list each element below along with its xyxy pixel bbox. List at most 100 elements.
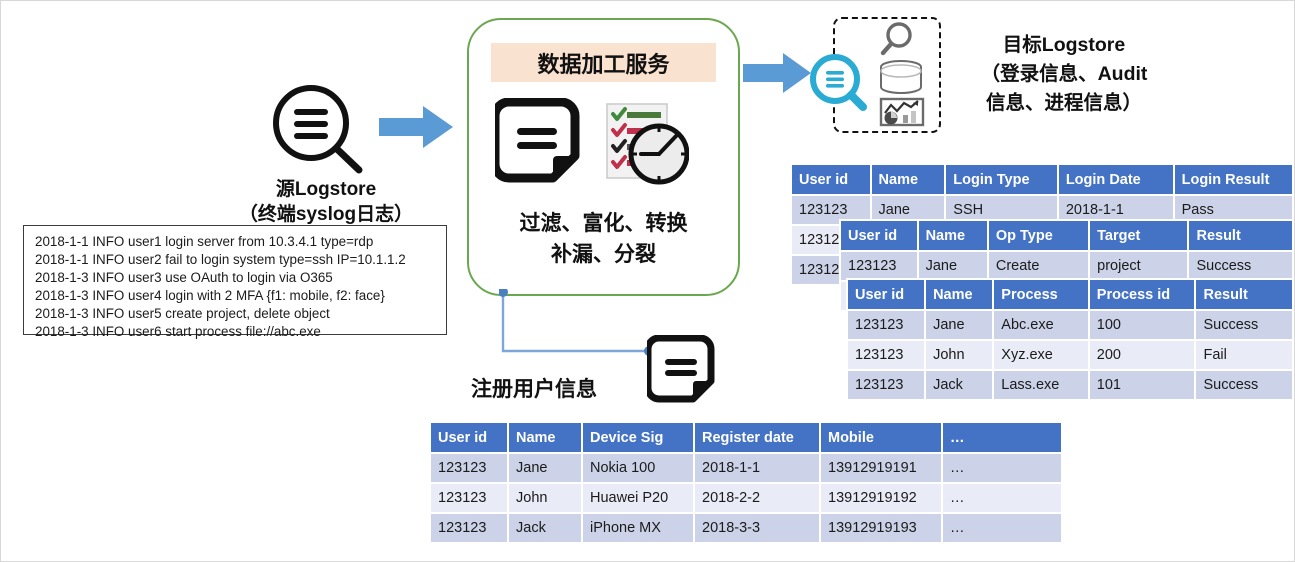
cell: 13912919193 xyxy=(821,514,941,542)
document-icon xyxy=(490,97,587,190)
table-header-row: User id Name Process Process id Result xyxy=(848,280,1292,309)
column-header: Login Result xyxy=(1174,165,1292,194)
column-header: User id xyxy=(841,221,917,250)
cell: 2018-3-3 xyxy=(695,514,819,542)
column-header: User id xyxy=(431,423,507,452)
column-header: Name xyxy=(918,221,987,250)
target-caption-line1: 目标Logstore xyxy=(1002,34,1126,56)
cell: … xyxy=(943,484,1061,512)
cell: Success xyxy=(1196,311,1292,339)
source-logstore-magnifier-icon xyxy=(269,83,367,175)
cell: … xyxy=(943,454,1061,482)
log-line: 2018-1-1 INFO user2 fail to login system… xyxy=(35,252,406,267)
cell: 123123 xyxy=(848,371,925,399)
processing-service-title: 数据加工服务 xyxy=(491,43,716,82)
log-line: 2018-1-3 INFO user3 use OAuth to login v… xyxy=(35,270,333,285)
log-line: 2018-1-3 INFO user4 login with 2 MFA {f1… xyxy=(35,288,385,303)
log-line: 2018-1-1 INFO user1 login server from 10… xyxy=(35,234,374,249)
diagram-canvas: 源Logstore （终端syslog日志） 2018-1-1 INFO use… xyxy=(0,0,1295,562)
processing-operations-text: 过滤、富化、转换 补漏、分裂 xyxy=(469,208,738,270)
column-header: Device Sig xyxy=(583,423,693,452)
table-row: 123123 Jane Abc.exe 100 Success xyxy=(848,311,1292,339)
cell: 13912919191 xyxy=(821,454,941,482)
cell: John xyxy=(509,484,581,512)
cell: 123123 xyxy=(848,311,925,339)
column-header: Result xyxy=(1196,280,1292,309)
cell: Lass.exe xyxy=(994,371,1088,399)
cell: Jane xyxy=(509,454,581,482)
column-header: Mobile xyxy=(821,423,941,452)
target-logstore-caption: 目标Logstore （登录信息、Audit 信息、进程信息） xyxy=(939,31,1189,118)
arrow-source-to-processing-icon xyxy=(379,106,453,148)
cell: Success xyxy=(1196,371,1292,399)
cell: Create xyxy=(988,252,1089,280)
cell: Jack xyxy=(926,371,993,399)
column-header: Name xyxy=(509,423,581,452)
cell: … xyxy=(943,514,1061,542)
cell: Fail xyxy=(1196,341,1292,369)
cell: iPhone MX xyxy=(583,514,693,542)
log-line: 2018-1-3 INFO user5 create project, dele… xyxy=(35,306,330,321)
column-header: User id xyxy=(792,165,870,194)
search-icon xyxy=(880,22,912,56)
column-header: Process xyxy=(994,280,1088,309)
process-table: User id Name Process Process id Result 1… xyxy=(846,278,1294,401)
cell: John xyxy=(926,341,993,369)
source-caption-line1: 源Logstore xyxy=(275,179,377,200)
log-line: 2018-1-3 INFO user6 start process file:/… xyxy=(35,324,321,339)
table-row: 123123 Jack Lass.exe 101 Success xyxy=(848,371,1292,399)
cell: 123123 xyxy=(841,252,917,280)
table-row: 123123 John Huawei P20 2018-2-2 13912919… xyxy=(431,484,1061,512)
column-header: Login Date xyxy=(1058,165,1173,194)
cell: 2018-2-2 xyxy=(695,484,819,512)
column-header: Name xyxy=(871,165,945,194)
cell: 123123 xyxy=(431,514,507,542)
table-row: 123123 Jane Create project Success xyxy=(841,252,1292,280)
column-header: Register date xyxy=(695,423,819,452)
registration-label: 注册用户信息 xyxy=(471,378,597,401)
table-row: 123123 Jane Nokia 100 2018-1-1 139129191… xyxy=(431,454,1061,482)
cell: 13912919192 xyxy=(821,484,941,512)
cell: 123123 xyxy=(431,454,507,482)
table-header-row: User id Name Login Type Login Date Login… xyxy=(792,165,1292,194)
table-row: 123123 John Xyz.exe 200 Fail xyxy=(848,341,1292,369)
target-logstore-magnifier-icon xyxy=(809,53,869,113)
cell: Nokia 100 xyxy=(583,454,693,482)
operations-line2: 补漏、分裂 xyxy=(551,243,656,266)
cell: 2018-1-1 xyxy=(695,454,819,482)
source-logstore-caption: 源Logstore （终端syslog日志） xyxy=(216,177,436,227)
checklist-clock-icon xyxy=(597,102,690,188)
register-table: User id Name Device Sig Register date Mo… xyxy=(429,421,1063,544)
database-icon xyxy=(880,60,922,94)
column-header: Target xyxy=(1090,221,1188,250)
column-header: User id xyxy=(848,280,925,309)
cell: Jane xyxy=(918,252,987,280)
registration-connector-line xyxy=(498,287,671,375)
column-header: Name xyxy=(926,280,993,309)
source-log-sample-box: 2018-1-1 INFO user1 login server from 10… xyxy=(23,225,447,339)
chart-icon xyxy=(879,97,925,127)
cell: Huawei P20 xyxy=(583,484,693,512)
cell: Jane xyxy=(926,311,993,339)
cell: Success xyxy=(1189,252,1292,280)
target-logstore-icon-stack xyxy=(873,21,931,127)
arrow-processing-to-target-icon xyxy=(743,53,811,93)
target-caption-line2: （登录信息、Audit xyxy=(980,63,1148,85)
table-row: 123123 Jack iPhone MX 2018-3-3 139129191… xyxy=(431,514,1061,542)
operations-line1: 过滤、富化、转换 xyxy=(519,212,688,235)
cell: 100 xyxy=(1089,311,1195,339)
cell: Jack xyxy=(509,514,581,542)
column-header: Op Type xyxy=(988,221,1089,250)
cell: Xyz.exe xyxy=(994,341,1088,369)
column-header: Login Type xyxy=(946,165,1057,194)
registration-document-icon xyxy=(644,334,719,407)
cell: 101 xyxy=(1089,371,1195,399)
cell: 200 xyxy=(1089,341,1195,369)
cell: 123123 xyxy=(431,484,507,512)
source-caption-line2: （终端syslog日志） xyxy=(238,204,414,225)
cell: 123123 xyxy=(848,341,925,369)
cell: project xyxy=(1090,252,1188,280)
column-header: … xyxy=(943,423,1061,452)
processing-service-box: 数据加工服务 过滤、富化、转换 补漏、分裂 xyxy=(467,18,740,296)
table-header-row: User id Name Device Sig Register date Mo… xyxy=(431,423,1061,452)
